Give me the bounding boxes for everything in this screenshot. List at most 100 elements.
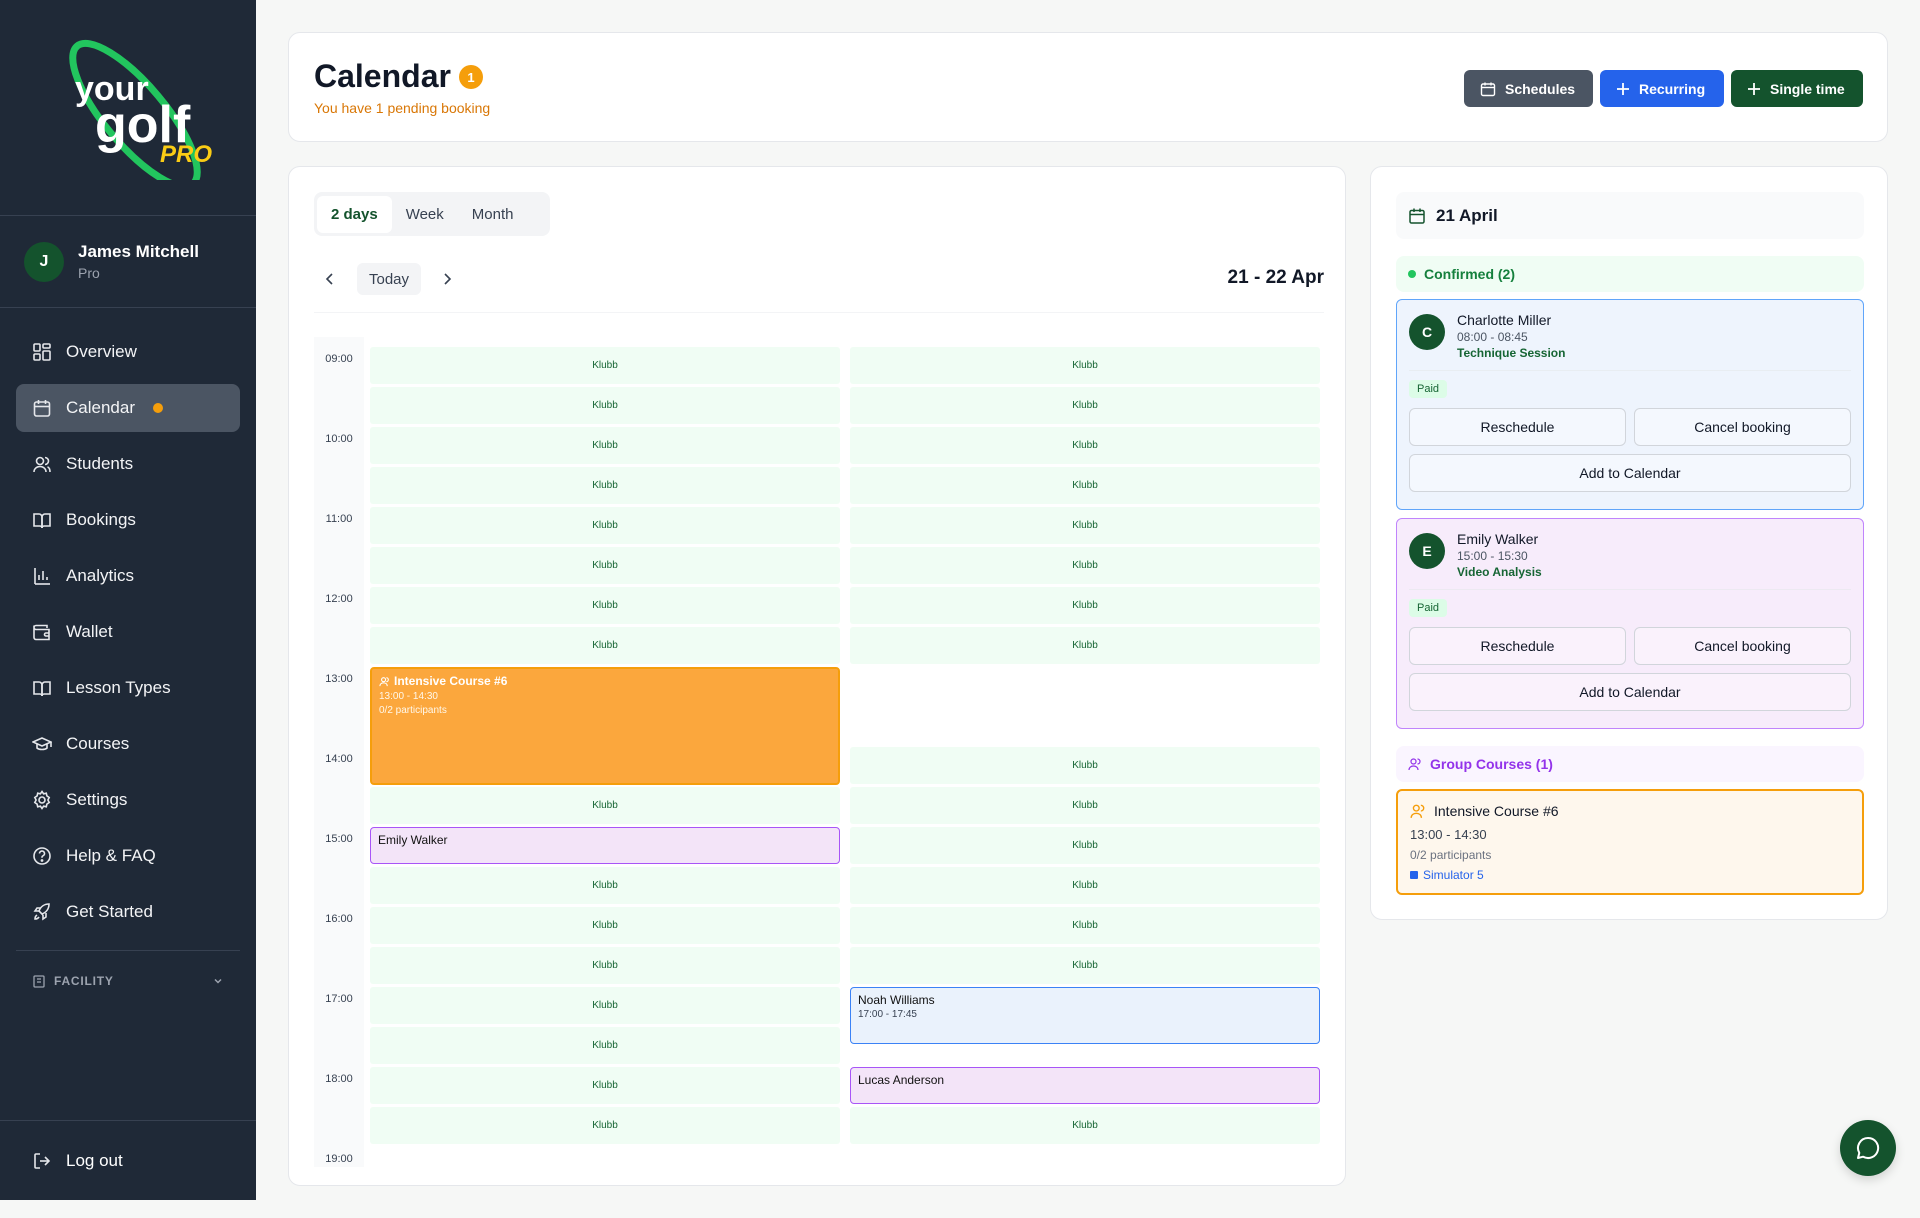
add-to-calendar-button[interactable]: Add to Calendar <box>1409 673 1851 711</box>
sidebar-item-students[interactable]: Students <box>16 440 240 488</box>
available-slot[interactable]: Klubb <box>370 947 840 984</box>
sidebar-item-calendar[interactable]: Calendar <box>16 384 240 432</box>
avatar: C <box>1409 314 1445 350</box>
sidebar-item-overview[interactable]: Overview <box>16 328 240 376</box>
available-slot[interactable]: Klubb <box>850 827 1320 864</box>
available-slot[interactable]: Klubb <box>850 947 1320 984</box>
lesson-event[interactable]: Emily Walker <box>370 827 840 864</box>
chat-button[interactable] <box>1840 1120 1896 1176</box>
graduation-cap-icon <box>32 737 52 751</box>
logo-text-pro: PRO <box>160 141 212 168</box>
available-slot[interactable]: Klubb <box>370 387 840 424</box>
available-slot[interactable]: Klubb <box>370 547 840 584</box>
booking-header: C Charlotte Miller 08:00 - 08:45 Techniq… <box>1409 312 1851 360</box>
sidebar-item-bookings[interactable]: Bookings <box>16 496 240 544</box>
available-slot[interactable]: Klubb <box>370 867 840 904</box>
sidebar-item-lesson-types[interactable]: Lesson Types <box>16 664 240 712</box>
facility-section-toggle[interactable]: FACILITY <box>0 951 256 1011</box>
tab-week[interactable]: Week <box>392 196 458 233</box>
available-slot[interactable]: Klubb <box>850 867 1320 904</box>
user-name: James Mitchell <box>78 242 199 261</box>
available-slot[interactable]: Klubb <box>850 387 1320 424</box>
available-slot[interactable]: Klubb <box>850 427 1320 464</box>
available-slot[interactable]: Klubb <box>370 987 840 1024</box>
date-navigation: Today 21 - 22 Apr <box>314 263 1324 295</box>
chevron-left-icon <box>325 273 333 285</box>
available-slot[interactable]: Klubb <box>370 587 840 624</box>
available-slot[interactable]: Klubb <box>850 467 1320 504</box>
sidebar-item-label: Wallet <box>66 622 113 641</box>
available-slot[interactable]: Klubb <box>850 587 1320 624</box>
tab-2-days[interactable]: 2 days <box>317 195 392 233</box>
booking-header: E Emily Walker 15:00 - 15:30 Video Analy… <box>1409 531 1851 579</box>
available-slot[interactable]: Klubb <box>850 547 1320 584</box>
sidebar-item-label: Calendar <box>66 398 135 417</box>
available-slot[interactable]: Klubb <box>850 787 1320 824</box>
day-detail-panel: 21 April Confirmed (2) C Charlotte Mille… <box>1370 166 1888 920</box>
student-name: Emily Walker <box>1457 531 1539 547</box>
available-slot[interactable]: Klubb <box>370 507 840 544</box>
available-slot[interactable]: Klubb <box>850 747 1320 784</box>
available-slot[interactable]: Klubb <box>850 627 1320 664</box>
available-slot[interactable]: Klubb <box>370 1107 840 1144</box>
available-slot[interactable]: Klubb <box>370 427 840 464</box>
page-header: Calendar 1 You have 1 pending booking Sc… <box>288 32 1888 142</box>
available-slot[interactable]: Klubb <box>370 467 840 504</box>
hour-label: 09:00 <box>325 353 353 365</box>
divider <box>1409 370 1851 371</box>
single-time-button[interactable]: Single time <box>1731 70 1863 107</box>
sidebar-item-settings[interactable]: Settings <box>16 776 240 824</box>
recurring-button[interactable]: Recurring <box>1600 70 1724 107</box>
help-circle-icon <box>33 847 51 865</box>
course-event[interactable]: Intensive Course #6 13:00 - 14:30 0/2 pa… <box>370 667 840 785</box>
lesson-event[interactable]: Lucas Anderson <box>850 1067 1320 1104</box>
sidebar-item-get-started[interactable]: Get Started <box>16 888 240 936</box>
tab-month[interactable]: Month <box>458 196 528 233</box>
calendar-panel: 2 days Week Month Today 21 - 22 Apr 09:0… <box>288 166 1346 1186</box>
chevron-down-icon <box>214 978 222 984</box>
cancel-booking-button[interactable]: Cancel booking <box>1634 408 1851 446</box>
sidebar-item-label: Get Started <box>66 902 153 921</box>
reschedule-button[interactable]: Reschedule <box>1409 408 1626 446</box>
sidebar-item-analytics[interactable]: Analytics <box>16 552 240 600</box>
user-profile[interactable]: J James Mitchell Pro <box>0 216 256 308</box>
available-slot[interactable]: Klubb <box>850 347 1320 384</box>
available-slot[interactable]: Klubb <box>370 787 840 824</box>
building-icon <box>33 975 45 988</box>
facility-label: FACILITY <box>54 974 114 988</box>
available-slot[interactable]: Klubb <box>370 907 840 944</box>
selected-date-header: 21 April <box>1396 192 1864 239</box>
available-slot[interactable]: Klubb <box>370 1067 840 1104</box>
pending-bookings-text[interactable]: You have 1 pending booking <box>314 100 490 116</box>
available-slot[interactable]: Klubb <box>850 907 1320 944</box>
logo[interactable]: your golf PRO <box>0 0 256 216</box>
sidebar-item-help[interactable]: Help & FAQ <box>16 832 240 880</box>
logout-label: Log out <box>66 1150 123 1170</box>
divider <box>314 312 1324 313</box>
cancel-booking-button[interactable]: Cancel booking <box>1634 627 1851 665</box>
schedules-button[interactable]: Schedules <box>1464 70 1593 107</box>
reschedule-button[interactable]: Reschedule <box>1409 627 1626 665</box>
available-slot[interactable]: Klubb <box>370 347 840 384</box>
location-color-marker <box>1410 871 1418 879</box>
sidebar-item-label: Overview <box>66 342 137 361</box>
available-slot[interactable]: Klubb <box>370 627 840 664</box>
sidebar-item-wallet[interactable]: Wallet <box>16 608 240 656</box>
hour-label: 19:00 <box>325 1153 353 1165</box>
next-button[interactable] <box>437 269 457 289</box>
sidebar-nav: Overview Calendar Students Bookings Anal… <box>0 308 256 936</box>
lesson-type: Technique Session <box>1457 346 1566 360</box>
available-slot[interactable]: Klubb <box>370 1027 840 1064</box>
sidebar-item-courses[interactable]: Courses <box>16 720 240 768</box>
prev-button[interactable] <box>320 269 340 289</box>
logout-button[interactable]: Log out <box>0 1120 256 1200</box>
users-icon <box>1408 758 1421 771</box>
group-course-card[interactable]: Intensive Course #6 13:00 - 14:30 0/2 pa… <box>1396 789 1864 895</box>
add-to-calendar-button[interactable]: Add to Calendar <box>1409 454 1851 492</box>
lesson-type: Video Analysis <box>1457 565 1542 579</box>
today-button[interactable]: Today <box>357 263 421 295</box>
available-slot[interactable]: Klubb <box>850 1107 1320 1144</box>
lesson-event[interactable]: Noah Williams 17:00 - 17:45 <box>850 987 1320 1044</box>
available-slot[interactable]: Klubb <box>850 507 1320 544</box>
hour-label: 14:00 <box>325 753 353 765</box>
